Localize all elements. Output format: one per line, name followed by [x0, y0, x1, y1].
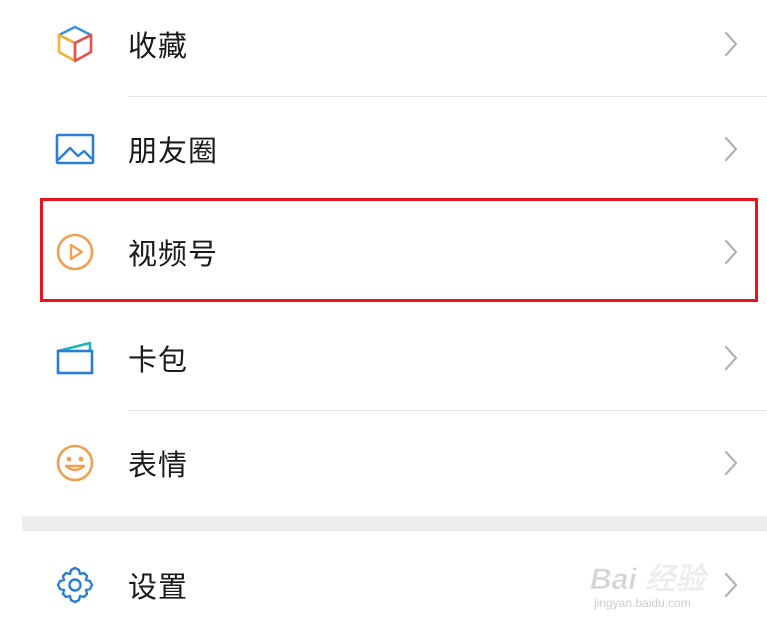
- menu-item-moments[interactable]: 朋友圈: [22, 97, 767, 201]
- sticker-smile-icon: [52, 440, 98, 486]
- menu-item-label: 朋友圈: [128, 134, 219, 168]
- channels-play-icon: [52, 229, 98, 275]
- menu-item-label: 设置: [128, 570, 189, 604]
- card-wallet-icon: [52, 335, 98, 381]
- chevron-right-icon: [721, 134, 741, 164]
- menu-item-channels[interactable]: 视频号: [22, 200, 767, 304]
- favorites-cube-icon: [52, 21, 98, 67]
- chevron-right-icon: [721, 570, 741, 600]
- moments-image-icon: [52, 126, 98, 172]
- me-menu-screen: 收藏 朋友圈 视频号 卡包 表情 设置 Bai 经验 jingyan.baidu…: [0, 0, 767, 639]
- chevron-right-icon: [721, 237, 741, 267]
- chevron-right-icon: [721, 29, 741, 59]
- menu-item-label: 卡包: [128, 343, 189, 377]
- menu-item-card-wallet[interactable]: 卡包: [22, 306, 767, 410]
- menu-item-favorites[interactable]: 收藏: [22, 0, 767, 96]
- menu-item-settings[interactable]: 设置: [22, 531, 767, 639]
- section-separator: [22, 516, 767, 531]
- menu-item-label: 收藏: [128, 29, 189, 63]
- chevron-right-icon: [721, 448, 741, 478]
- chevron-right-icon: [721, 343, 741, 373]
- menu-item-stickers[interactable]: 表情: [22, 411, 767, 515]
- menu-item-label: 表情: [128, 448, 189, 482]
- settings-gear-icon: [52, 562, 98, 608]
- menu-item-label: 视频号: [128, 237, 219, 271]
